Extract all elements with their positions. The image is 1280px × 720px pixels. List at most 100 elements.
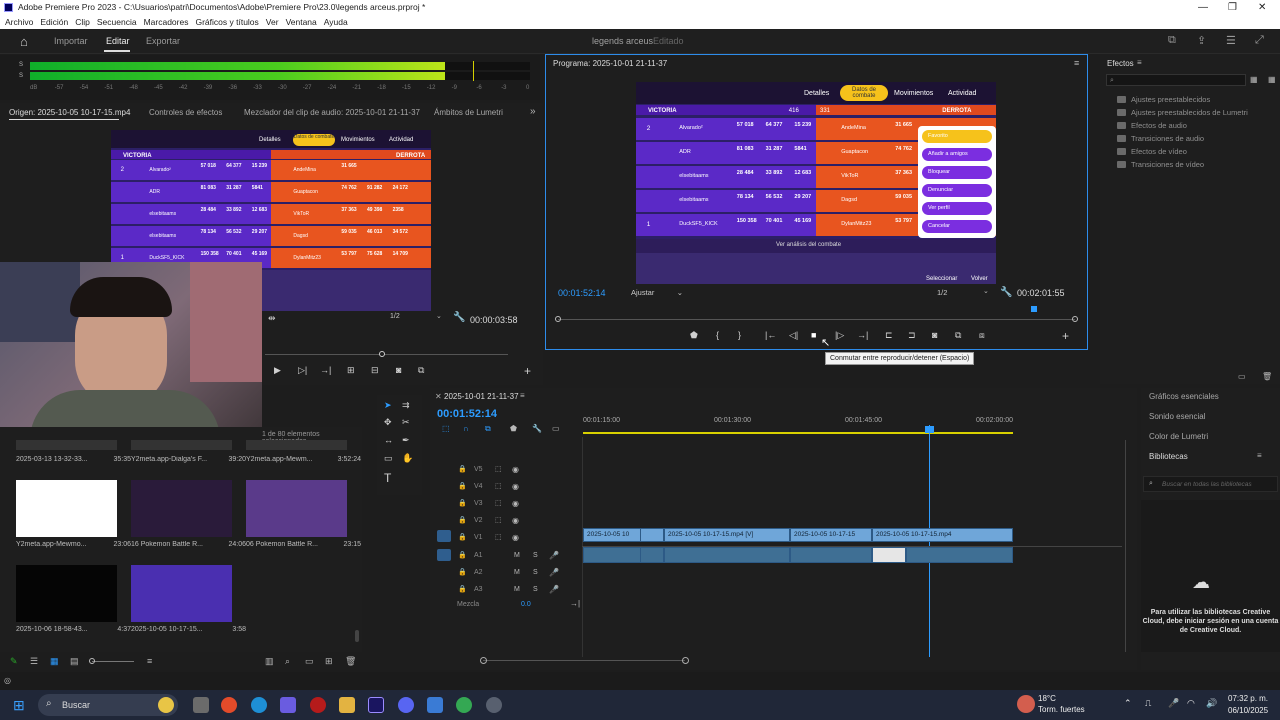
list-view-icon[interactable]: ☰ xyxy=(30,656,38,667)
play-icon[interactable]: ▶ xyxy=(274,365,281,376)
linked-selection-icon[interactable]: ⧉ xyxy=(485,424,491,434)
track-sync-icon[interactable]: ⬚ xyxy=(495,533,502,541)
track-eye-icon[interactable]: ◉ xyxy=(512,533,519,542)
video-track-label[interactable]: V1 xyxy=(474,534,483,541)
effects-item-audio-transitions[interactable]: Transiciones de audio xyxy=(1116,134,1204,143)
tab-importar[interactable]: Importar xyxy=(54,36,88,46)
bin-icon[interactable]: ▭ xyxy=(305,656,314,667)
insert-icon[interactable]: ⊞ xyxy=(347,365,355,376)
project-item-thumbnail[interactable] xyxy=(246,440,347,450)
program-wrench-icon[interactable]: 🔧 xyxy=(1000,287,1012,298)
freeform-view-icon[interactable]: ▤ xyxy=(70,656,79,667)
work-area-bar[interactable] xyxy=(583,432,1013,434)
taskbar-task-view-icon[interactable] xyxy=(193,697,209,713)
32bit-effects-icon[interactable]: ▦ xyxy=(1268,75,1276,84)
audio-track-lock-icon[interactable]: 🔒 xyxy=(458,585,467,593)
project-item-thumbnail[interactable] xyxy=(131,565,232,622)
timeline-scroll-right[interactable] xyxy=(682,657,689,664)
video-track-label[interactable]: V2 xyxy=(474,517,483,524)
project-item-name[interactable]: 2025-03-13 13-32-33... xyxy=(16,456,96,463)
sort-icon[interactable]: ≡ xyxy=(147,656,152,666)
audio-track-label[interactable]: A3 xyxy=(474,586,483,593)
solo-toggle-icon[interactable]: S xyxy=(533,586,538,593)
export-frame-icon[interactable]: ◙ xyxy=(396,365,401,375)
tray-wifi-icon[interactable]: ◠ xyxy=(1187,698,1195,709)
fullscreen-icon[interactable]: ⤢ xyxy=(1255,34,1264,47)
program-playhead[interactable] xyxy=(1030,306,1037,312)
taskbar-explorer-icon[interactable] xyxy=(339,697,355,713)
timeline-v-scroll[interactable] xyxy=(1125,440,1126,652)
pen-tool-icon[interactable]: ✒ xyxy=(402,435,410,446)
video-clip[interactable]: 2025-10-05 10-17-15.mp4 xyxy=(872,528,1013,542)
minimize-icon[interactable]: — xyxy=(1198,0,1208,15)
audio-clip[interactable] xyxy=(872,547,906,563)
restore-icon[interactable]: ❐ xyxy=(1228,0,1237,15)
panel-lumetri-color[interactable]: Color de Lumetri xyxy=(1149,432,1208,441)
audio-track-label[interactable]: A1 xyxy=(474,552,483,559)
mute-toggle-icon[interactable]: M xyxy=(514,569,520,576)
timeline-wrench-icon[interactable]: 🔧 xyxy=(532,424,542,433)
taskbar-search[interactable]: ⌕ Buscar xyxy=(38,694,178,716)
track-lock-icon[interactable]: 🔒 xyxy=(458,465,467,473)
track-eye-icon[interactable]: ◉ xyxy=(512,516,519,525)
taskbar-opera-icon[interactable] xyxy=(310,697,326,713)
menu-marcadores[interactable]: Marcadores xyxy=(144,17,189,27)
wrench-icon[interactable]: 🔧 xyxy=(453,312,465,323)
project-item-name[interactable]: 2025-10-06 18-58-43... xyxy=(16,626,96,633)
effects-menu-icon[interactable]: ≡ xyxy=(1137,58,1142,67)
program-fraction-dropdown-icon[interactable]: ⌄ xyxy=(983,287,989,295)
program-timecode-left[interactable]: 00:01:52:14 xyxy=(558,288,606,298)
voiceover-icon[interactable]: 🎤 xyxy=(549,551,559,560)
a1-source-patch[interactable] xyxy=(437,549,451,561)
project-item-name[interactable]: Y2meta.app-Dialga's F... xyxy=(131,456,211,463)
program-in-handle[interactable] xyxy=(555,316,561,322)
program-menu-icon[interactable]: ≡ xyxy=(1074,58,1079,68)
accelerated-effects-icon[interactable]: ▦ xyxy=(1250,75,1258,84)
project-item-name[interactable]: Y2meta.app-Mewm... xyxy=(246,456,326,463)
home-icon[interactable]: ⌂ xyxy=(20,34,28,49)
program-add-button-icon[interactable]: + xyxy=(1062,329,1069,343)
video-track-label[interactable]: V5 xyxy=(474,466,483,473)
effects-search-input[interactable]: ⌕ xyxy=(1106,74,1246,86)
project-item-name[interactable]: 2025-10-05 10-17-15... xyxy=(131,626,211,633)
program-scrubber-track[interactable] xyxy=(558,319,1075,320)
taskbar-app-decor-icon[interactable] xyxy=(158,697,174,713)
timeline-marker-icon[interactable]: ⬟ xyxy=(510,424,517,433)
taskbar-copilot-icon[interactable] xyxy=(280,697,296,713)
timeline-h-scroll-track[interactable] xyxy=(483,660,685,661)
v1-source-patch[interactable] xyxy=(437,530,451,542)
source-fraction-dropdown-icon[interactable]: ⌄ xyxy=(436,312,442,320)
project-delete-icon[interactable]: 🗑 xyxy=(345,656,356,667)
step-forward-icon[interactable]: ▷| xyxy=(298,365,307,376)
go-to-in-icon[interactable]: |← xyxy=(765,330,776,340)
effects-title[interactable]: Efectos xyxy=(1107,59,1134,68)
timeline-scroll-left[interactable] xyxy=(480,657,487,664)
libraries-menu-icon[interactable]: ≡ xyxy=(1257,451,1262,460)
add-button-icon[interactable]: + xyxy=(524,364,531,378)
source-fraction[interactable]: 1/2 xyxy=(390,313,400,320)
project-scrollbar[interactable] xyxy=(355,630,359,642)
project-item-thumbnail[interactable] xyxy=(131,440,232,450)
stop-icon[interactable]: ■ xyxy=(811,330,816,340)
timeline-playhead-handle[interactable] xyxy=(925,426,934,433)
audio-clip[interactable] xyxy=(790,547,872,563)
pencil-icon[interactable]: ✎ xyxy=(10,656,18,667)
audio-track-lock-icon[interactable]: 🔒 xyxy=(458,568,467,576)
ripple-tool-icon[interactable]: ✥ xyxy=(384,417,392,428)
snap-icon[interactable]: ∩ xyxy=(463,424,469,433)
track-sync-icon[interactable]: ⬚ xyxy=(495,516,502,524)
taskbar-steam-icon[interactable] xyxy=(486,697,502,713)
video-clip[interactable] xyxy=(640,528,664,542)
video-clip[interactable]: 2025-10-05 10 xyxy=(583,528,643,542)
windows-start-icon[interactable]: ⊞ xyxy=(13,697,25,714)
program-out-handle[interactable] xyxy=(1072,316,1078,322)
menu-ver[interactable]: Ver xyxy=(266,17,279,27)
video-track-label[interactable]: V3 xyxy=(474,500,483,507)
step-forward-program-icon[interactable]: |▷ xyxy=(835,330,844,341)
mute-toggle-icon[interactable]: M xyxy=(514,552,520,559)
type-tool-icon[interactable]: T xyxy=(384,471,391,485)
new-item-icon[interactable]: ⊞ xyxy=(325,656,333,667)
clock-date[interactable]: 06/10/2025 xyxy=(1228,706,1268,715)
sequence-menu-icon[interactable]: ≡ xyxy=(520,391,525,400)
tab-lumetri-scopes[interactable]: Ámbitos de Lumetri xyxy=(434,108,503,117)
